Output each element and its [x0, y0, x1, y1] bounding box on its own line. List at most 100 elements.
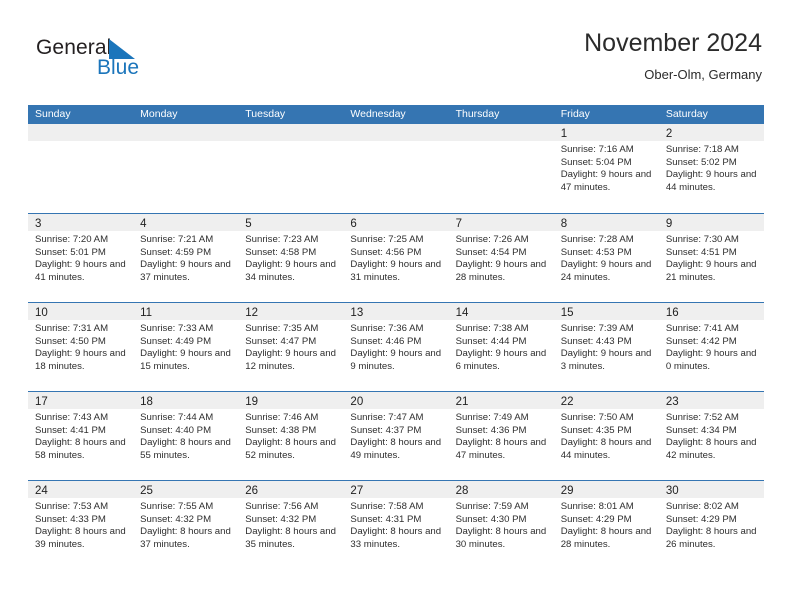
calendar-day-cell[interactable]: 7 Sunrise: 7:26 AM Sunset: 4:54 PM Daylight…	[448, 214, 554, 302]
calendar-day-cell[interactable]: 26 Sunrise: 7:56 AM Sunset: 4:32 PM Dayligh…	[238, 481, 344, 569]
date-number: 10	[35, 307, 48, 319]
calendar-day-cell[interactable]: 17 Sunrise: 7:43 AM Sunset: 4:41 PM Dayligh…	[28, 392, 134, 480]
sunset-text: Sunset: 4:29 PM	[560, 513, 632, 525]
date-number: 8	[560, 218, 568, 230]
daylight-text: Daylight: 9 hours and 34 minutes.	[245, 259, 336, 283]
day-details: Sunrise: 7:18 AM Sunset: 5:02 PM Daylight:…	[659, 141, 764, 194]
calendar-day-cell[interactable]: 21 Sunrise: 7:49 AM Sunset: 4:36 PM Dayligh…	[448, 392, 554, 480]
sunrise-text: Sunrise: 7:23 AM	[245, 234, 319, 245]
date-band: 19	[238, 392, 344, 409]
calendar-day-cell[interactable]: 4 Sunrise: 7:21 AM Sunset: 4:59 PM Daylight…	[133, 214, 239, 302]
calendar-day-cell[interactable]: 20 Sunrise: 7:47 AM Sunset: 4:37 PM Dayligh…	[343, 392, 449, 480]
sunset-text: Sunset: 4:32 PM	[140, 513, 212, 525]
sunrise-text: Sunrise: 7:58 AM	[350, 501, 424, 512]
sunset-text: Sunset: 4:31 PM	[350, 513, 422, 525]
daylight-text: Daylight: 9 hours and 9 minutes.	[350, 348, 442, 372]
day-details: Sunrise: 7:28 AM Sunset: 4:53 PM Daylight:…	[554, 231, 659, 284]
weekday-header-tuesday: Tuesday	[245, 108, 286, 120]
date-band: 12	[238, 303, 344, 320]
weekday-header-monday: Monday	[140, 108, 178, 120]
calendar-day-cell[interactable]: 8 Sunrise: 7:28 AM Sunset: 4:53 PM Daylight…	[553, 214, 659, 302]
calendar-day-cell[interactable]: 16 Sunrise: 7:41 AM Sunset: 4:42 PM Dayligh…	[658, 303, 764, 391]
date-number: 17	[35, 396, 48, 408]
calendar-day-cell[interactable]: 23 Sunrise: 7:52 AM Sunset: 4:34 PM Dayligh…	[658, 392, 764, 480]
calendar-day-cell[interactable]: 24 Sunrise: 7:53 AM Sunset: 4:33 PM Dayligh…	[28, 481, 134, 569]
calendar-page: General Blue November 2024 Ober-Olm, Ger…	[0, 0, 792, 612]
calendar-day-cell[interactable]: 10 Sunrise: 7:31 AM Sunset: 4:50 PM Dayligh…	[28, 303, 134, 391]
daylight-text: Daylight: 9 hours and 3 minutes.	[560, 348, 652, 372]
calendar-day-cell[interactable]: 30 Sunrise: 8:02 AM Sunset: 4:29 PM Dayligh…	[658, 481, 764, 569]
sunset-text: Sunset: 4:37 PM	[350, 424, 422, 436]
calendar-week-row: 24 Sunrise: 7:53 AM Sunset: 4:33 PM Dayligh…	[28, 480, 764, 569]
day-details: Sunrise: 8:02 AM Sunset: 4:29 PM Daylight:…	[659, 498, 764, 551]
calendar-day-cell[interactable]: 22 Sunrise: 7:50 AM Sunset: 4:35 PM Dayligh…	[553, 392, 659, 480]
page-subtitle-location: Ober-Olm, Germany	[644, 67, 762, 82]
daylight-text: Daylight: 9 hours and 0 minutes.	[665, 348, 757, 372]
daylight-text: Daylight: 9 hours and 44 minutes.	[665, 169, 757, 193]
calendar-day-cell[interactable]: 15 Sunrise: 7:39 AM Sunset: 4:43 PM Dayligh…	[553, 303, 659, 391]
day-details	[238, 141, 343, 144]
date-number: 26	[245, 485, 259, 497]
calendar-day-cell[interactable]: 9 Sunrise: 7:30 AM Sunset: 4:51 PM Daylight…	[658, 214, 764, 302]
calendar-day-cell[interactable]: 14 Sunrise: 7:38 AM Sunset: 4:44 PM Dayligh…	[448, 303, 554, 391]
date-number: 15	[560, 307, 574, 319]
date-band	[343, 124, 449, 141]
date-number: 4	[140, 218, 147, 230]
calendar-day-cell[interactable]: 5 Sunrise: 7:23 AM Sunset: 4:58 PM Daylight…	[238, 214, 344, 302]
daylight-text: Daylight: 9 hours and 28 minutes.	[455, 259, 547, 283]
daylight-text: Daylight: 9 hours and 12 minutes.	[245, 348, 336, 372]
calendar-day-cell[interactable]: 19 Sunrise: 7:46 AM Sunset: 4:38 PM Dayligh…	[238, 392, 344, 480]
date-band: 14	[448, 303, 554, 320]
calendar-week-row: 10 Sunrise: 7:31 AM Sunset: 4:50 PM Dayligh…	[28, 302, 764, 391]
weekday-header-sunday: Sunday	[35, 108, 71, 120]
weekday-header-wednesday: Wednesday	[350, 108, 406, 120]
daylight-text: Daylight: 9 hours and 37 minutes.	[140, 259, 231, 283]
day-details: Sunrise: 7:30 AM Sunset: 4:51 PM Daylight:…	[659, 231, 764, 284]
brand-logo[interactable]: General Blue	[36, 36, 216, 88]
day-details	[133, 141, 238, 144]
daylight-text: Daylight: 8 hours and 28 minutes.	[560, 526, 652, 550]
sunrise-text: Sunrise: 7:31 AM	[35, 323, 109, 334]
calendar-day-cell[interactable]: 2 Sunrise: 7:18 AM Sunset: 5:02 PM Daylight…	[658, 124, 764, 213]
calendar-day-cell[interactable]: 6 Sunrise: 7:25 AM Sunset: 4:56 PM Daylight…	[343, 214, 449, 302]
page-title: November 2024	[584, 29, 762, 57]
date-band: 4	[133, 214, 239, 231]
calendar-day-cell[interactable]: 25 Sunrise: 7:55 AM Sunset: 4:32 PM Dayligh…	[133, 481, 239, 569]
brand-name-blue: Blue	[97, 56, 140, 79]
day-details: Sunrise: 7:41 AM Sunset: 4:42 PM Daylight:…	[659, 320, 764, 373]
day-details: Sunrise: 7:53 AM Sunset: 4:33 PM Daylight:…	[28, 498, 133, 551]
day-details: Sunrise: 8:01 AM Sunset: 4:29 PM Daylight:…	[554, 498, 659, 551]
sunset-text: Sunset: 4:41 PM	[35, 424, 106, 436]
date-band: 9	[658, 214, 764, 231]
day-details	[28, 141, 133, 144]
sunset-text: Sunset: 4:29 PM	[665, 513, 737, 525]
date-band: 11	[133, 303, 239, 320]
day-details: Sunrise: 7:20 AM Sunset: 5:01 PM Daylight:…	[28, 231, 133, 284]
date-number: 23	[665, 396, 679, 408]
sunrise-text: Sunrise: 7:53 AM	[35, 501, 109, 512]
day-details: Sunrise: 7:43 AM Sunset: 4:41 PM Daylight:…	[28, 409, 133, 462]
calendar-day-cell[interactable]: 13 Sunrise: 7:36 AM Sunset: 4:46 PM Dayligh…	[343, 303, 449, 391]
calendar-day-cell[interactable]: 29 Sunrise: 8:01 AM Sunset: 4:29 PM Dayligh…	[553, 481, 659, 569]
calendar-day-cell[interactable]: 27 Sunrise: 7:58 AM Sunset: 4:31 PM Dayligh…	[343, 481, 449, 569]
calendar-day-cell[interactable]: 1 Sunrise: 7:16 AM Sunset: 5:04 PM Daylight…	[553, 124, 659, 213]
calendar-day-cell[interactable]: 3 Sunrise: 7:20 AM Sunset: 5:01 PM Daylight…	[28, 214, 134, 302]
calendar-day-cell[interactable]: 18 Sunrise: 7:44 AM Sunset: 4:40 PM Dayligh…	[133, 392, 239, 480]
daylight-text: Daylight: 8 hours and 47 minutes.	[455, 437, 547, 461]
date-band: 2	[658, 124, 764, 141]
date-band: 5	[238, 214, 344, 231]
date-band: 24	[28, 481, 134, 498]
date-number: 21	[455, 396, 469, 408]
sunrise-text: Sunrise: 7:43 AM	[35, 412, 109, 423]
calendar-week-row: 1 Sunrise: 7:16 AM Sunset: 5:04 PM Daylight…	[28, 124, 764, 213]
date-number: 24	[35, 485, 48, 497]
calendar-day-cell[interactable]: 11 Sunrise: 7:33 AM Sunset: 4:49 PM Dayligh…	[133, 303, 239, 391]
sunset-text: Sunset: 4:43 PM	[560, 335, 632, 347]
sunrise-text: Sunrise: 7:44 AM	[140, 412, 214, 423]
date-band: 26	[238, 481, 344, 498]
calendar-day-cell[interactable]: 28 Sunrise: 7:59 AM Sunset: 4:30 PM Dayligh…	[448, 481, 554, 569]
calendar-day-cell[interactable]: 12 Sunrise: 7:35 AM Sunset: 4:47 PM Dayligh…	[238, 303, 344, 391]
sunrise-text: Sunrise: 7:18 AM	[665, 144, 739, 155]
date-band: 6	[343, 214, 449, 231]
sunrise-text: Sunrise: 7:38 AM	[455, 323, 529, 334]
